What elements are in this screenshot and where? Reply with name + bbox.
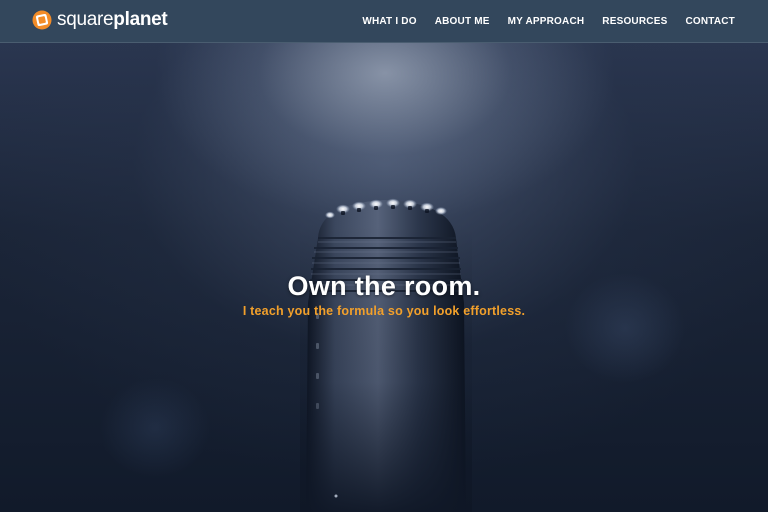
main-nav: WHAT I DO ABOUT ME MY APPROACH RESOURCES… <box>344 0 735 43</box>
brand-name: squareplanet <box>57 8 168 32</box>
site-header: squareplanet WHAT I DO ABOUT ME MY APPRO… <box>0 0 768 43</box>
nav-item-about-me[interactable]: ABOUT ME <box>435 16 490 27</box>
nav-item-contact[interactable]: CONTACT <box>685 16 735 27</box>
square-planet-logo-icon <box>32 10 52 30</box>
nav-item-resources[interactable]: RESOURCES <box>602 16 667 27</box>
hero-subtitle: I teach you the formula so you look effo… <box>242 304 526 318</box>
nav-item-my-approach[interactable]: MY APPROACH <box>508 16 585 27</box>
nav-item-what-i-do[interactable]: WHAT I DO <box>362 16 416 27</box>
hero-title: Own the room. <box>287 271 481 301</box>
brand-name-light: square <box>57 9 114 30</box>
brand-name-bold: planet <box>113 9 168 30</box>
brand-logo[interactable]: squareplanet <box>32 8 168 32</box>
hero-section: Own the room. I teach you the formula so… <box>0 43 768 512</box>
